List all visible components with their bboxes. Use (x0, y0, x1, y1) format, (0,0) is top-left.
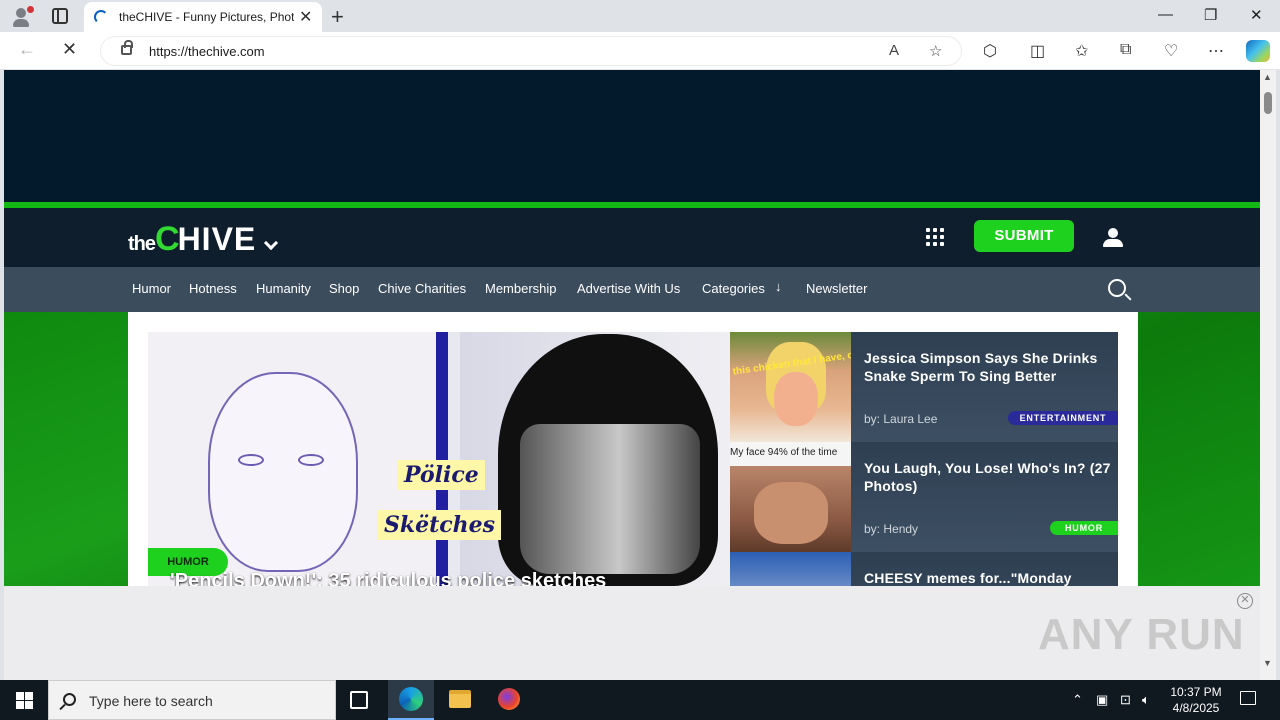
tray-chevron-up-icon[interactable]: ⌃ (1072, 692, 1083, 708)
clock-time: 10:37 PM (1170, 685, 1222, 699)
extensions-icon[interactable]: ⬡ (983, 41, 997, 61)
minimize-icon[interactable]: — (1158, 6, 1173, 23)
start-windows-icon[interactable] (16, 692, 33, 709)
favorite-star-icon[interactable]: ☆ (929, 42, 942, 60)
scroll-down-icon[interactable]: ▼ (1263, 658, 1272, 668)
favorites-icon[interactable]: ✩ (1075, 41, 1088, 61)
article-thumbnail: My face 94% of the time (730, 442, 851, 552)
article-byline: by: Laura Lee (864, 412, 938, 426)
bottom-ad-banner[interactable]: ✕ ANY RUN (4, 586, 1260, 680)
tab-actions-icon[interactable] (52, 8, 68, 24)
edge-icon (399, 687, 423, 711)
clock-date: 4/8/2025 (1172, 701, 1220, 715)
side-article-list: this chicken that I have, or is it snake… (730, 332, 1118, 662)
split-screen-icon[interactable]: ◫ (1030, 41, 1045, 61)
taskbar-search-placeholder: Type here to search (89, 693, 213, 709)
browser-essentials-icon[interactable]: ♡ (1164, 41, 1178, 61)
tab-close-icon[interactable]: ✕ (299, 7, 312, 27)
url-text[interactable]: https://thechive.com (149, 44, 265, 59)
anyrun-watermark: ANY RUN (1038, 610, 1245, 659)
loading-spinner-icon (94, 10, 108, 24)
side-article-card[interactable]: My face 94% of the time You Laugh, You L… (730, 442, 1118, 552)
page-scrollbar[interactable]: ▲ ▼ (1260, 70, 1276, 680)
article-author[interactable]: Laura Lee (883, 412, 937, 426)
article-author[interactable]: Hendy (883, 522, 918, 536)
nav-item-humanity[interactable]: Humanity (256, 281, 311, 296)
network-icon[interactable]: ⊡ (1120, 692, 1131, 708)
ad-close-icon[interactable]: ✕ (1237, 593, 1253, 609)
site-logo[interactable]: theCHIVE (128, 220, 256, 259)
notification-center-icon[interactable] (1240, 691, 1256, 705)
tab-title: theCHIVE - Funny Pictures, Photos, Memes… (119, 10, 294, 24)
address-field[interactable]: https://thechive.com A ☆ (100, 36, 962, 66)
browser-titlebar: theCHIVE - Funny Pictures, Photos, Memes… (0, 0, 1280, 32)
profile-icon[interactable] (10, 6, 34, 28)
user-account-icon[interactable] (1102, 228, 1124, 248)
side-article-card[interactable]: this chicken that I have, or is it snake… (730, 332, 1118, 442)
featured-section: Pölice Skëtches HUMOR 'Pencils Down!': 3… (128, 312, 1138, 662)
nav-item-newsletter[interactable]: Newsletter (806, 281, 867, 296)
article-byline: by: Hendy (864, 522, 919, 536)
stop-loading-icon[interactable]: ✕ (62, 39, 77, 60)
nav-item-chive-charities[interactable]: Chive Charities (378, 281, 466, 296)
taskbar-edge-app[interactable] (388, 680, 434, 720)
article-category-badge[interactable]: ENTERTAINMENT (1008, 411, 1118, 425)
page-viewport: theCHIVE SUBMIT Humor Hotness Humanity S… (4, 70, 1260, 680)
hero-article[interactable]: Pölice Skëtches HUMOR (148, 332, 730, 586)
window-close-icon[interactable]: ✕ (1250, 6, 1263, 24)
task-view-icon[interactable] (350, 691, 368, 709)
submit-button[interactable]: SUBMIT (974, 220, 1074, 252)
nav-item-categories[interactable]: Categories (702, 281, 765, 296)
new-tab-icon[interactable]: + (331, 4, 344, 30)
article-title[interactable]: You Laugh, You Lose! Who's In? (27 Photo… (864, 459, 1114, 495)
browser-tab-active[interactable]: theCHIVE - Funny Pictures, Photos, Memes… (84, 2, 322, 32)
more-options-icon[interactable]: ⋯ (1208, 41, 1224, 61)
article-title[interactable]: CHEESY memes for..."Monday (864, 569, 1114, 587)
address-toolbar: ← ✕ https://thechive.com A ☆ ⬡ ◫ ✩ ⧉ ♡ ⋯ (0, 32, 1280, 70)
article-title[interactable]: Jessica Simpson Says She Drinks Snake Sp… (864, 349, 1114, 385)
hero-image-label-police: Pölice (398, 460, 485, 490)
file-explorer-icon[interactable] (449, 690, 471, 708)
restore-icon[interactable]: ❐ (1204, 6, 1217, 24)
system-clock[interactable]: 10:37 PM 4/8/2025 (1160, 684, 1232, 716)
nav-item-hotness[interactable]: Hotness (189, 281, 237, 296)
apps-grid-icon[interactable] (926, 228, 944, 246)
taskbar-search-box[interactable]: Type here to search (48, 680, 336, 720)
back-arrow-icon[interactable]: ← (18, 39, 36, 60)
categories-arrow-icon[interactable]: ↓ (775, 279, 782, 294)
nav-item-advertise[interactable]: Advertise With Us (577, 281, 680, 296)
firefox-icon[interactable] (498, 688, 520, 710)
read-aloud-icon[interactable]: A (889, 42, 899, 59)
collections-icon[interactable]: ⧉ (1120, 41, 1131, 59)
search-icon (63, 693, 76, 706)
article-thumbnail: this chicken that I have, or is it snake… (730, 332, 851, 442)
nav-item-membership[interactable]: Membership (485, 281, 557, 296)
hero-image-label-sketches: Skëtches (378, 510, 502, 540)
copilot-icon[interactable] (1246, 40, 1270, 62)
scroll-up-icon[interactable]: ▲ (1263, 72, 1272, 82)
volume-icon[interactable]: 🔈︎ (1142, 692, 1150, 708)
top-ad-banner[interactable] (4, 70, 1260, 202)
lock-icon[interactable] (121, 40, 133, 55)
scrollbar-thumb[interactable] (1264, 92, 1272, 114)
nav-item-shop[interactable]: Shop (329, 281, 359, 296)
windows-taskbar: Type here to search ⌃ ▣ ⊡ 🔈︎ 10:37 PM 4/… (0, 680, 1280, 720)
meet-now-icon[interactable]: ▣ (1096, 692, 1108, 708)
article-category-badge[interactable]: HUMOR (1050, 521, 1118, 535)
main-nav: Humor Hotness Humanity Shop Chive Charit… (4, 267, 1260, 312)
logo-dropdown-chevron-icon[interactable] (263, 235, 279, 251)
nav-item-humor[interactable]: Humor (132, 281, 171, 296)
search-icon[interactable] (1108, 279, 1126, 297)
site-header: theCHIVE SUBMIT (4, 208, 1260, 267)
